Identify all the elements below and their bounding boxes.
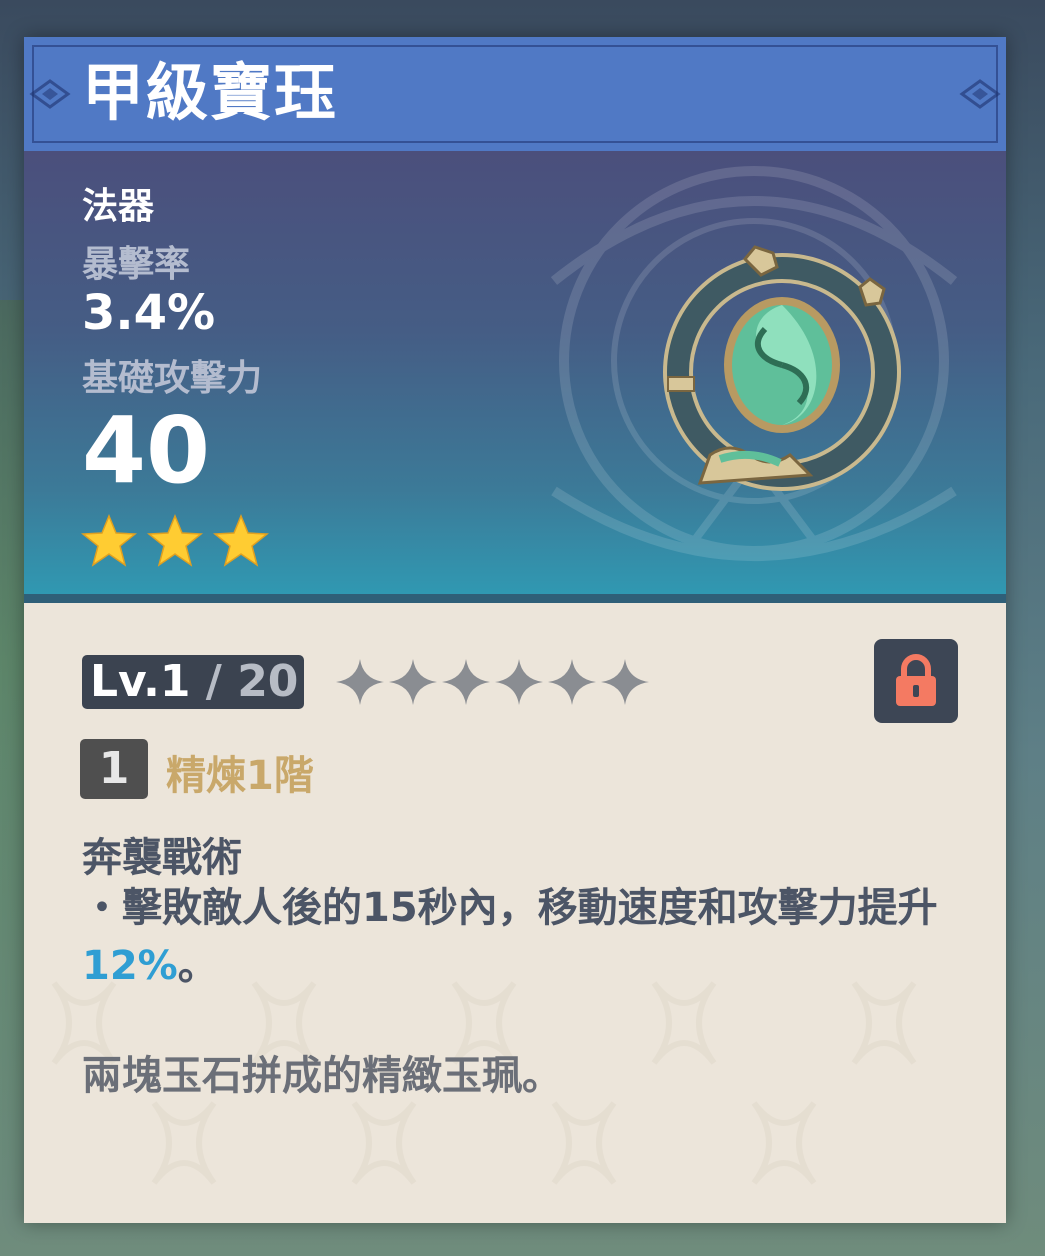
- rarity-stars: [80, 513, 270, 569]
- lock-button[interactable]: [874, 639, 958, 723]
- level-max: 20: [237, 656, 299, 707]
- ascension-star-icon: [601, 659, 649, 705]
- weapon-header: 甲級寶珏: [24, 37, 1006, 151]
- ascension-star-icon: [495, 659, 543, 705]
- star-icon: [146, 514, 204, 567]
- stats-panel-divider: [24, 594, 1006, 603]
- ascension-star-icon: [389, 659, 437, 705]
- secondary-stat-value: 3.4%: [82, 285, 216, 341]
- weapon-name: 甲級寶珏: [82, 56, 339, 129]
- base-atk-label: 基礎攻擊力: [82, 358, 263, 399]
- passive-name: 奔襲戰術: [82, 835, 242, 881]
- level-current: Lv.1: [90, 656, 191, 707]
- weapon-info-panel: Lv.1 / 20 1 精煉1階 奔襲戰術 ・擊敗敵人後的15秒內，移動速度和攻…: [24, 603, 1006, 1223]
- weapon-detail-card: 甲級寶珏 法器 暴擊率 3.4% 基礎攻擊力 40 Lv.1 / 20 1 精煉…: [24, 37, 1006, 1223]
- star-icon: [212, 514, 270, 567]
- level-separator: /: [190, 656, 238, 707]
- ascension-star-icon: [336, 659, 384, 705]
- ascension-stars: [334, 657, 652, 707]
- passive-description: ・擊敗敵人後的15秒內，移動速度和攻擊力提升 12%。: [82, 879, 962, 995]
- refinement-label: 精煉1階: [166, 753, 314, 799]
- weapon-stats-panel: 法器 暴擊率 3.4% 基礎攻擊力 40: [24, 151, 1006, 603]
- refinement-rank-badge: 1: [80, 739, 148, 799]
- base-atk-value: 40: [82, 397, 211, 504]
- weapon-type: 法器: [82, 186, 155, 227]
- passive-desc-highlight: 12%: [82, 943, 178, 989]
- lock-icon: [896, 654, 936, 706]
- level-badge: Lv.1 / 20: [82, 655, 304, 709]
- star-icon: [80, 514, 138, 567]
- ascension-star-icon: [442, 659, 490, 705]
- header-ornament-right-icon: [959, 79, 1001, 109]
- weapon-catalyst-image: [663, 245, 901, 491]
- ascension-star-icon: [548, 659, 596, 705]
- weapon-lore: 兩塊玉石拼成的精緻玉珮。: [82, 1053, 562, 1099]
- secondary-stat-label: 暴擊率: [82, 244, 191, 285]
- header-ornament-left-icon: [29, 79, 71, 109]
- passive-desc-text: ・擊敗敵人後的15秒內，移動速度和攻擊力提升: [82, 885, 938, 931]
- passive-desc-end: 。: [177, 943, 218, 989]
